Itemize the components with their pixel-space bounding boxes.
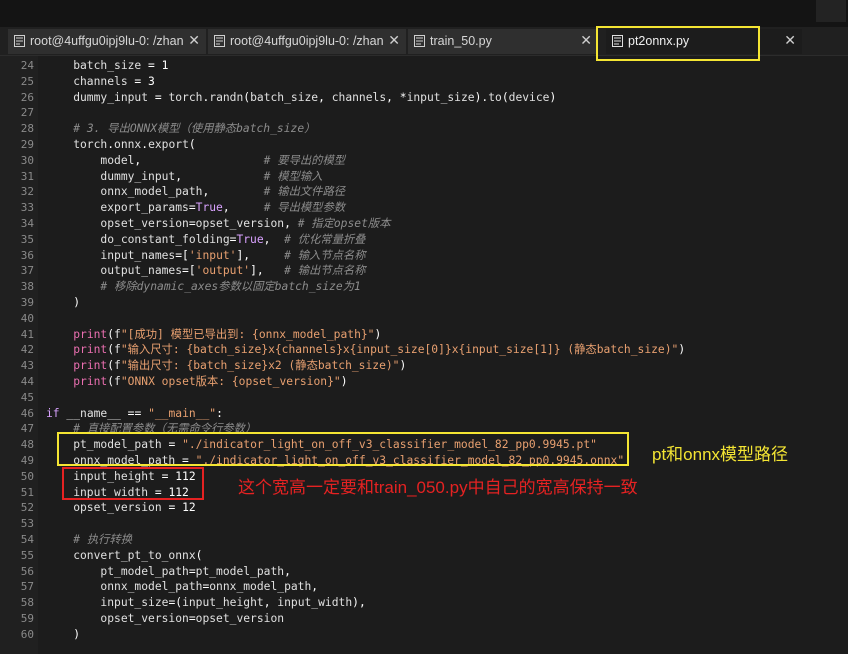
close-icon[interactable]: ✕	[188, 32, 200, 49]
code-line[interactable]: print(f"输出尺寸: {batch_size}x2 (静态batch_si…	[46, 358, 406, 374]
code-line[interactable]: input_names=['input'], # 输入节点名称	[46, 248, 365, 264]
line-number: 33	[20, 201, 34, 215]
line-number: 42	[20, 343, 34, 357]
tab-train-50[interactable]: train_50.py ✕	[408, 29, 598, 54]
code-line[interactable]: do_constant_folding=True, # 优化常量折叠	[46, 232, 365, 248]
line-number: 31	[20, 169, 34, 183]
code-line[interactable]: torch.onnx.export(	[46, 137, 195, 153]
code-line[interactable]: opset_version = 12	[46, 500, 195, 516]
tab-label: root@4uffgu0ipj9lu-0: /zhan	[230, 34, 384, 48]
line-number: 53	[20, 517, 34, 531]
line-number: 30	[20, 153, 34, 167]
line-number: 35	[20, 232, 34, 246]
code-line[interactable]: print(f"[成功] 模型已导出到: {onnx_model_path}")	[46, 327, 381, 343]
line-number: 25	[20, 74, 34, 88]
close-icon[interactable]: ✕	[784, 32, 796, 49]
line-number: 39	[20, 296, 34, 309]
code-line[interactable]: batch_size = 1	[46, 58, 168, 74]
line-number: 55	[20, 548, 34, 562]
line-number: 49	[20, 454, 34, 467]
terminal-icon	[14, 35, 25, 47]
code-line[interactable]: export_params=True, # 导出模型参数	[46, 200, 345, 216]
annotation-input-size: 这个宽高一定要和train_050.py中自己的宽高保持一致	[238, 478, 638, 497]
tab-terminal-1[interactable]: root@4uffgu0ipj9lu-0: /zhan ✕	[8, 29, 206, 54]
line-number: 41	[20, 327, 34, 341]
line-number: 37	[20, 264, 34, 278]
line-number: 36	[20, 248, 34, 262]
line-number: 44	[20, 375, 34, 388]
line-number: 52	[20, 501, 34, 515]
line-number: 58	[20, 596, 34, 610]
close-icon[interactable]: ✕	[580, 32, 592, 49]
annotation-model-paths: pt和onnx模型路径	[652, 445, 789, 464]
line-number: 57	[20, 580, 34, 594]
highlight-box-tab	[596, 26, 760, 61]
line-number: 24	[20, 59, 34, 72]
code-line[interactable]: onnx_model_path, # 输出文件路径	[46, 184, 345, 200]
code-line[interactable]: onnx_model_path=onnx_model_path,	[46, 579, 318, 595]
file-icon	[414, 35, 425, 47]
code-line[interactable]: # 3. 导出ONNX模型（使用静态batch_size）	[46, 121, 315, 137]
code-line[interactable]: print(f"ONNX opset版本: {opset_version}")	[46, 374, 347, 390]
code-line[interactable]: output_names=['output'], # 输出节点名称	[46, 263, 365, 279]
line-number: 48	[20, 438, 34, 452]
code-line[interactable]: pt_model_path=pt_model_path,	[46, 564, 290, 580]
highlight-box-model-paths	[57, 432, 629, 466]
code-line[interactable]: # 执行转换	[46, 532, 132, 548]
terminal-icon	[214, 35, 225, 47]
line-number: 59	[20, 612, 34, 625]
window-control[interactable]	[816, 0, 846, 22]
line-number: 46	[20, 406, 34, 420]
line-number: 54	[20, 533, 34, 546]
tab-terminal-2[interactable]: root@4uffgu0ipj9lu-0: /zhan ✕	[208, 29, 406, 54]
code-line[interactable]: convert_pt_to_onnx(	[46, 548, 202, 564]
code-line[interactable]: input_size=(input_height, input_width),	[46, 595, 365, 611]
line-number: 28	[20, 122, 34, 136]
code-line[interactable]: dummy_input, # 模型输入	[46, 169, 322, 185]
line-number: 26	[20, 90, 34, 104]
tab-label: train_50.py	[430, 34, 492, 48]
line-number: 47	[20, 422, 34, 436]
close-icon[interactable]: ✕	[388, 32, 400, 49]
line-number: 29	[20, 138, 34, 151]
code-line[interactable]: opset_version=opset_version, # 指定opset版本	[46, 216, 390, 232]
code-line[interactable]: opset_version=opset_version	[46, 611, 284, 627]
code-line[interactable]: print(f"输入尺寸: {batch_size}x{channels}x{i…	[46, 342, 685, 358]
line-number: 43	[20, 359, 34, 373]
line-number: 50	[20, 469, 34, 483]
line-number: 51	[20, 485, 34, 499]
line-number: 34	[20, 217, 34, 230]
code-line[interactable]: model, # 要导出的模型	[46, 153, 345, 169]
line-number: 40	[20, 311, 34, 325]
line-number: 45	[20, 390, 34, 404]
window-top-strip	[0, 0, 848, 27]
code-line[interactable]: dummy_input = torch.randn(batch_size, ch…	[46, 90, 556, 106]
line-number: 56	[20, 564, 34, 578]
code-line[interactable]: # 移除dynamic_axes参数以固定batch_size为1	[46, 279, 360, 295]
code-line[interactable]: )	[46, 627, 80, 643]
code-line[interactable]: )	[46, 295, 80, 311]
highlight-box-input-size	[62, 467, 204, 500]
line-number: 32	[20, 185, 34, 199]
tab-label: root@4uffgu0ipj9lu-0: /zhan	[30, 34, 184, 48]
code-editor[interactable]: 24 batch_size = 1 25 channels = 3 26 dummy…	[0, 56, 848, 654]
code-line[interactable]: if __name__ == "__main__":	[46, 406, 223, 422]
line-number: 60	[20, 627, 34, 641]
line-number: 27	[20, 106, 34, 120]
line-number: 38	[20, 280, 34, 294]
code-line[interactable]: channels = 3	[46, 74, 155, 90]
